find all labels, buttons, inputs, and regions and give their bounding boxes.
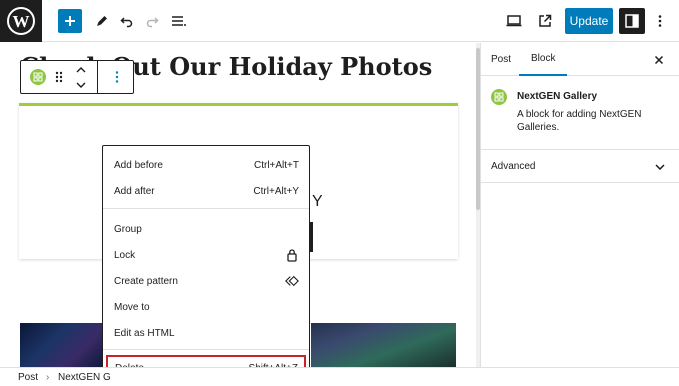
tab-block[interactable]: Block [519, 43, 568, 76]
toolbar-divider [97, 61, 98, 93]
view-post-button[interactable] [533, 9, 557, 33]
menu-item-shortcut: Ctrl+Alt+Y [253, 185, 299, 197]
settings-sidebar: Post Block NextGEN Gallery A block for a… [480, 43, 679, 367]
breadcrumb-block[interactable]: NextGEN G [58, 372, 111, 383]
list-view-icon [172, 16, 186, 26]
menu-item-label: Add after [114, 185, 155, 197]
preview-button[interactable] [502, 9, 526, 33]
pencil-icon [97, 16, 107, 26]
gallery-grid-icon [491, 89, 507, 105]
chevron-down-icon [653, 160, 667, 174]
tab-post[interactable]: Post [491, 43, 511, 76]
external-link-icon [539, 14, 552, 27]
add-block-button[interactable] [58, 9, 82, 33]
menu-item-edit-as-html[interactable]: Edit as HTML [103, 320, 309, 346]
menu-item-group[interactable]: Group [103, 216, 309, 242]
sidebar-tabs: Post Block [481, 43, 679, 76]
menu-item-label: Move to [114, 301, 150, 313]
drag-handle[interactable] [54, 70, 64, 84]
lock-icon [285, 248, 299, 262]
drag-handle-icon [55, 71, 63, 83]
redo-icon [146, 17, 159, 28]
block-toolbar [20, 60, 134, 94]
wordpress-icon: W [7, 7, 35, 35]
block-card-title: NextGEN Gallery [517, 91, 598, 102]
block-breadcrumb: Post › NextGEN G [0, 367, 679, 386]
move-up-button[interactable] [74, 64, 88, 75]
menu-item-label: Lock [114, 249, 136, 261]
block-text-fragment: Y [312, 193, 323, 210]
menu-item-add-before[interactable]: Add before Ctrl+Alt+T [103, 152, 309, 178]
menu-divider [103, 349, 309, 350]
tools-button[interactable] [90, 9, 114, 33]
gallery-grid-icon [33, 72, 43, 82]
block-card-description: A block for adding NextGEN Galleries. [517, 109, 642, 133]
more-vertical-icon [658, 15, 662, 27]
menu-item-label: Add before [114, 159, 163, 171]
close-sidebar-button[interactable] [652, 53, 666, 67]
chevron-down-icon [76, 82, 86, 88]
gallery-image-thumbnail[interactable] [20, 323, 102, 367]
advanced-panel-toggle[interactable]: Advanced [481, 150, 679, 183]
desktop-icon [506, 15, 522, 27]
wordpress-logo-button[interactable]: W [0, 0, 42, 42]
breadcrumb-post[interactable]: Post [18, 372, 38, 383]
plus-icon [65, 16, 75, 26]
advanced-panel-label: Advanced [491, 161, 536, 172]
settings-button[interactable] [619, 8, 645, 34]
document-overview-button[interactable] [167, 9, 191, 33]
sidebar-toggle-icon [625, 14, 639, 28]
move-down-button[interactable] [74, 79, 88, 90]
pattern-icon [285, 274, 299, 288]
menu-item-lock[interactable]: Lock [103, 242, 309, 268]
breadcrumb-separator: › [46, 372, 50, 383]
menu-item-label: Edit as HTML [114, 327, 175, 339]
menu-item-move-to[interactable]: Move to [103, 294, 309, 320]
block-card: NextGEN Gallery A block for adding NextG… [481, 76, 679, 150]
update-button[interactable]: Update [565, 8, 613, 34]
menu-item-create-pattern[interactable]: Create pattern [103, 268, 309, 294]
block-options-button[interactable] [107, 67, 127, 87]
undo-icon [120, 17, 133, 28]
more-vertical-icon [115, 71, 119, 83]
redo-button[interactable] [140, 9, 164, 33]
block-options-menu: Add before Ctrl+Alt+T Add after Ctrl+Alt… [102, 145, 310, 386]
menu-divider [103, 208, 309, 209]
menu-item-add-after[interactable]: Add after Ctrl+Alt+Y [103, 178, 309, 204]
gallery-image-thumbnail[interactable] [311, 323, 456, 367]
svg-text:W: W [13, 12, 30, 31]
menu-item-label: Group [114, 223, 142, 235]
undo-button[interactable] [115, 9, 139, 33]
menu-item-label: Create pattern [114, 275, 178, 287]
close-icon [654, 55, 664, 65]
editor-top-toolbar: W Update [0, 0, 679, 42]
block-type-button[interactable] [30, 69, 46, 85]
chevron-up-icon [76, 66, 86, 72]
menu-item-shortcut: Ctrl+Alt+T [253, 159, 299, 171]
options-button[interactable] [648, 9, 672, 33]
